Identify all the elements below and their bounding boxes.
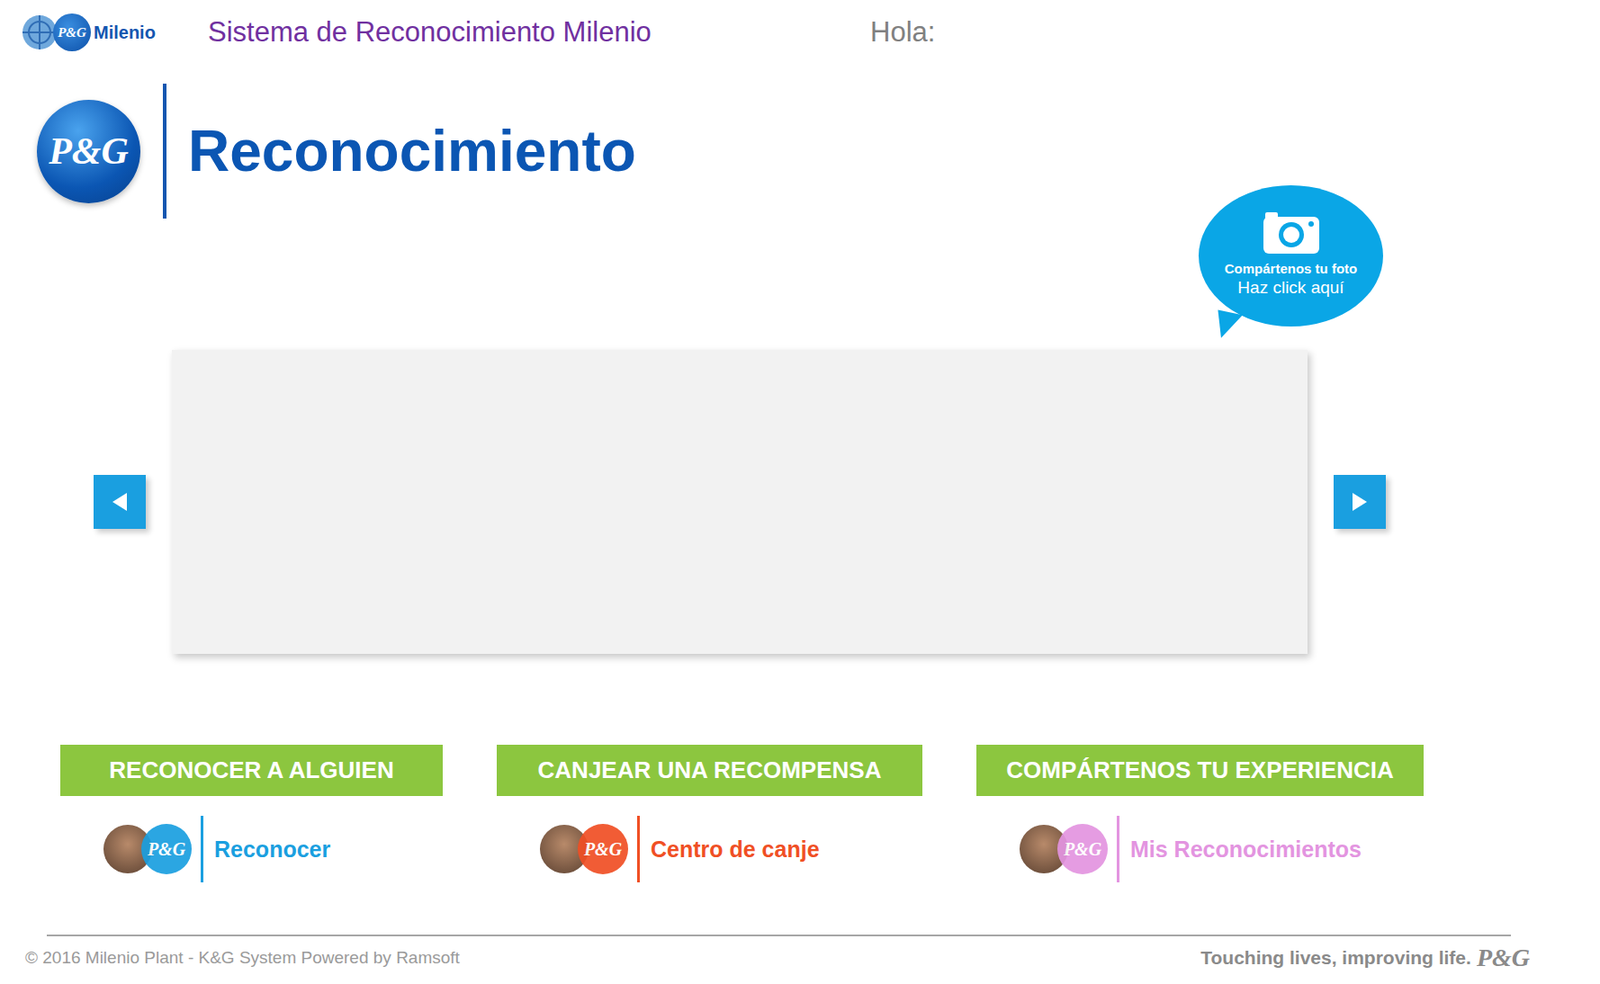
page: P&GMilenioSistema de Reconocimiento Mile… <box>0 0 1600 984</box>
tagline: Touching lives, improving life.P&G <box>1200 943 1530 973</box>
link-label: Centro de canje <box>650 836 820 863</box>
actions: RECONOCER A ALGUIEN P&G Reconocer CANJEAR U… <box>0 745 1600 883</box>
action-link[interactable]: P&G Centro de canje <box>496 816 923 883</box>
divider <box>200 816 204 883</box>
bubble-link: Haz click aquí <box>1237 278 1344 298</box>
divider <box>162 83 167 219</box>
camera-icon <box>1261 208 1322 256</box>
share-photo-bubble[interactable]: Compártenos tu fotoHaz click aquí <box>1198 185 1384 327</box>
greeting: Hola: <box>870 16 935 49</box>
bubble-tail <box>1212 309 1243 342</box>
action-button[interactable]: RECONOCER A ALGUIEN <box>60 745 443 797</box>
carousel-section: Compártenos tu fotoHaz click aquí <box>0 350 1600 655</box>
bubble-title: Compártenos tu foto <box>1224 260 1358 277</box>
carousel <box>0 350 1600 655</box>
action-button[interactable]: COMPÁRTENOS TU EXPERIENCIA <box>976 745 1424 797</box>
system-title: Sistema de Reconocimiento Milenio <box>207 16 871 49</box>
divider <box>637 816 640 883</box>
action-link[interactable]: P&G Reconocer <box>60 816 443 883</box>
link-label: Mis Reconocimientos <box>1130 836 1362 863</box>
action-column: RECONOCER A ALGUIEN P&G Reconocer <box>60 745 443 883</box>
action-button[interactable]: CANJEAR UNA RECOMPENSA <box>496 745 923 797</box>
divider <box>1116 816 1120 883</box>
page-title: Reconocimiento <box>188 117 637 185</box>
hero: P&G Reconocimiento <box>0 83 1600 219</box>
footer-row: © 2016 Milenio Plant - K&G System Powere… <box>0 936 1600 973</box>
footer-divider <box>46 934 1511 937</box>
link-badge: P&G <box>1019 824 1108 875</box>
pg-logo: P&G <box>1476 943 1530 973</box>
action-column: CANJEAR UNA RECOMPENSA P&G Centro de canje <box>496 745 923 883</box>
action-column: COMPÁRTENOS TU EXPERIENCIA P&G Mis Reconoc… <box>976 745 1424 883</box>
pg-logo: P&G <box>53 13 91 52</box>
pg-logo: P&G <box>1057 824 1108 875</box>
pg-logo: P&G <box>141 824 192 875</box>
link-label: Reconocer <box>214 836 331 863</box>
brand-name: Milenio <box>93 22 156 44</box>
action-link[interactable]: P&G Mis Reconocimientos <box>976 816 1424 883</box>
prev-button[interactable] <box>93 475 146 530</box>
right-arrow-icon <box>1350 491 1369 513</box>
top-bar: P&GMilenio Sistema de Reconocimiento Mile… <box>0 0 1600 65</box>
link-badge: P&G <box>103 824 192 875</box>
pg-logo: P&G <box>36 99 141 204</box>
next-button[interactable] <box>1333 475 1386 530</box>
link-badge: P&G <box>539 824 629 875</box>
tagline-text: Touching lives, improving life. <box>1200 947 1472 970</box>
pg-logo: P&G <box>577 824 629 875</box>
milenio-logo[interactable]: P&GMilenio <box>20 13 198 52</box>
carousel-slide <box>171 350 1308 655</box>
copyright: © 2016 Milenio Plant - K&G System Powere… <box>25 948 460 969</box>
left-arrow-icon <box>110 491 129 513</box>
footer: © 2016 Milenio Plant - K&G System Powere… <box>0 934 1600 973</box>
